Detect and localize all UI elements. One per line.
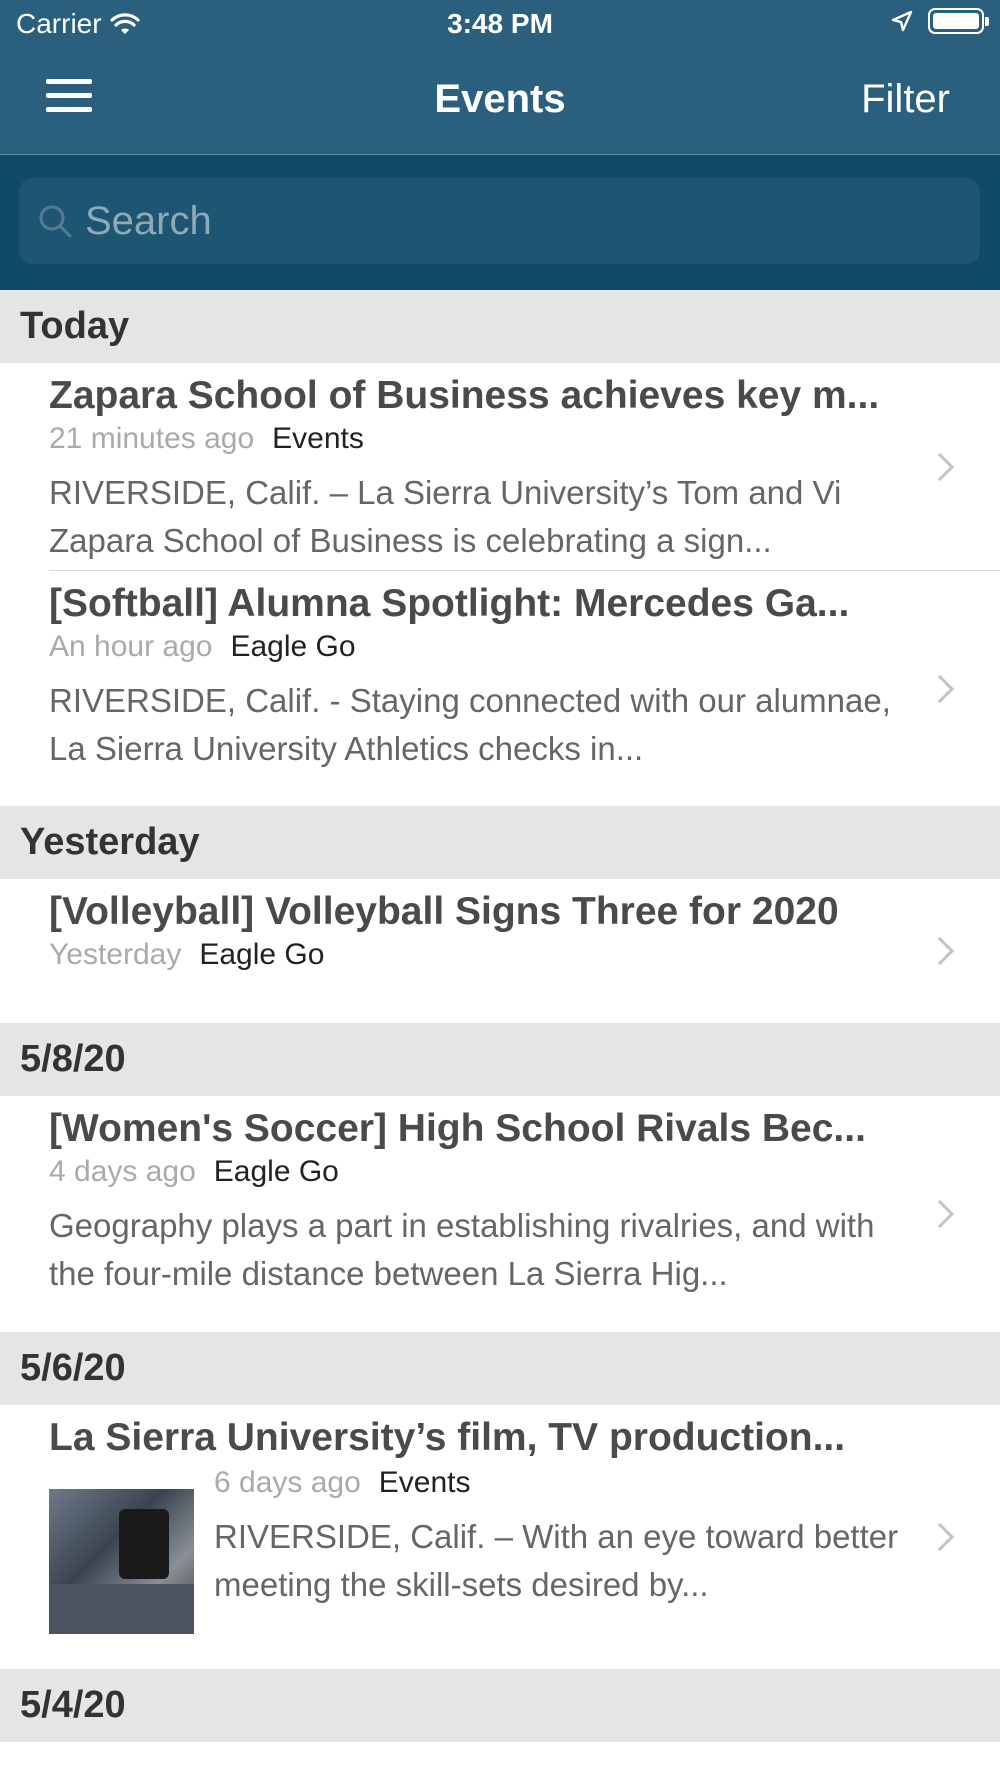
location-arrow-icon: [891, 10, 913, 32]
chevron-right-icon: [925, 936, 955, 966]
item-title: [Volleyball] Volleyball Signs Three for …: [49, 890, 839, 933]
filter-button[interactable]: Filter: [861, 77, 950, 122]
clock: 3:48 PM: [447, 8, 553, 39]
list-item[interactable]: [Volleyball] Volleyball Signs Three for …: [0, 879, 1000, 1023]
item-time: 21 minutes ago: [49, 422, 255, 455]
list-item[interactable]: La Sierra University’s film, TV producti…: [0, 1405, 1000, 1669]
list-item[interactable]: Zapara School of Business achieves key m…: [0, 363, 1000, 570]
item-description: RIVERSIDE, Calif. - Staying connected wi…: [49, 682, 891, 767]
header: Carrier 3:48 PM Events Filter: [0, 0, 1000, 155]
page-title: Events: [434, 77, 566, 121]
item-thumbnail: [49, 1489, 194, 1634]
chevron-right-icon: [925, 1522, 955, 1552]
chevron-right-icon: [925, 674, 955, 703]
item-title: [Women's Soccer] High School Rivals Bec.…: [49, 1107, 866, 1150]
item-time: Yesterday: [49, 938, 182, 971]
item-time: 4 days ago: [49, 1155, 196, 1188]
section-header-today: Today: [0, 290, 1000, 363]
item-category: Eagle Go: [199, 938, 325, 971]
item-category: Eagle Go: [230, 630, 356, 663]
section-header-date: 5/4/20: [0, 1669, 1000, 1742]
item-meta: 4 days ago Eagle Go: [49, 1152, 910, 1192]
list-item[interactable]: [Women's Soccer] High School Rivals Bec.…: [0, 1096, 1000, 1332]
item-text: 6 days ago Events RIVERSIDE, Calif. – Wit…: [214, 1465, 910, 1634]
item-title: Zapara School of Business achieves key m…: [49, 374, 880, 417]
events-list: Today Zapara School of Business achieves…: [0, 290, 1000, 1742]
chevron-right-icon: [925, 1199, 955, 1229]
nav-bar: Events Filter: [0, 55, 1000, 155]
item-description: Geography plays a part in establishing r…: [49, 1207, 875, 1292]
search-input[interactable]: [85, 198, 965, 244]
item-category: Events: [272, 422, 364, 455]
search-bar: [0, 155, 1000, 290]
section-header-date: 5/6/20: [0, 1332, 1000, 1405]
section-header-yesterday: Yesterday: [0, 806, 1000, 879]
item-meta: 21 minutes ago Events: [49, 419, 910, 459]
status-bar: Carrier 3:48 PM: [0, 0, 1000, 50]
item-meta: An hour ago Eagle Go: [49, 627, 910, 667]
item-title: La Sierra University’s film, TV producti…: [49, 1416, 846, 1459]
item-category: Eagle Go: [213, 1155, 339, 1188]
item-description: RIVERSIDE, Calif. – With an eye toward b…: [214, 1518, 899, 1603]
item-title: [Softball] Alumna Spotlight: Mercedes Ga…: [49, 582, 850, 625]
search-icon: [39, 205, 72, 238]
item-meta: Yesterday Eagle Go: [49, 935, 910, 975]
item-time: 6 days ago: [214, 1466, 361, 1499]
item-category: Events: [378, 1466, 471, 1499]
item-description: RIVERSIDE, Calif. – La Sierra University…: [49, 474, 842, 559]
item-time: An hour ago: [49, 630, 213, 663]
item-meta: 6 days ago Events: [214, 1463, 910, 1503]
status-right: [890, 8, 989, 34]
section-header-date: 5/8/20: [0, 1023, 1000, 1096]
list-item[interactable]: [Softball] Alumna Spotlight: Mercedes Ga…: [0, 571, 1000, 806]
chevron-right-icon: [925, 452, 955, 481]
battery-icon: [928, 8, 989, 34]
search-field[interactable]: [19, 178, 980, 264]
item-body: 6 days ago Events RIVERSIDE, Calif. – Wit…: [49, 1465, 910, 1634]
